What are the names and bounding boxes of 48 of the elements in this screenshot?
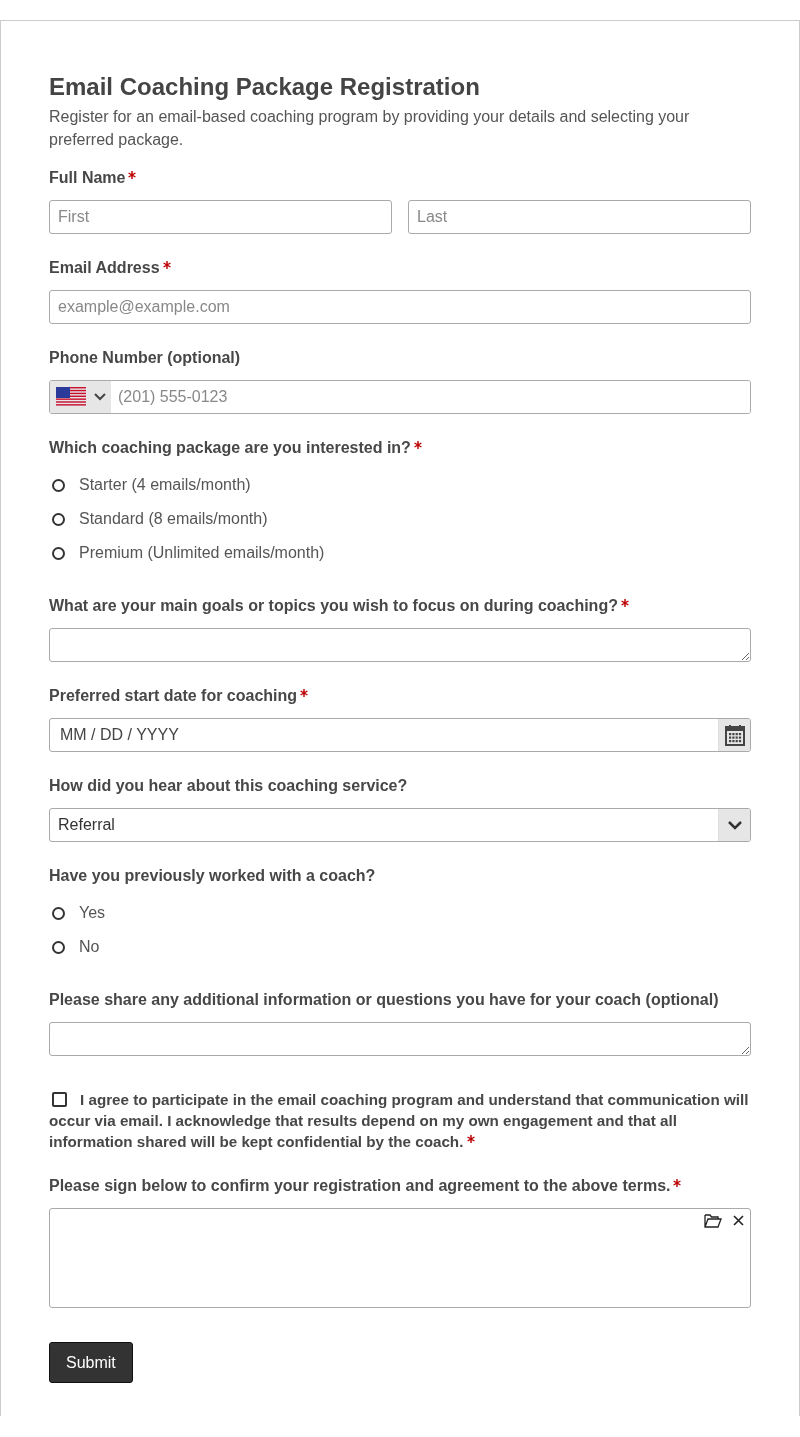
option-label: Yes [79, 904, 106, 922]
required-icon [620, 599, 629, 607]
calendar-icon [724, 724, 745, 746]
country-code-dropdown[interactable] [50, 381, 111, 413]
last-name-field[interactable]: Last [408, 200, 751, 234]
field-label: Have you previously worked with a coach? [49, 867, 376, 885]
flag-icon [56, 387, 86, 407]
required-icon [300, 689, 309, 697]
form-title: Email Coaching Package Registration [49, 73, 481, 101]
submit-button[interactable]: Submit [49, 1342, 133, 1383]
date-placeholder: MM / DD / YYYY [59, 726, 180, 744]
chevron-down-icon [94, 393, 106, 401]
option-label: Starter (4 emails/month) [79, 476, 251, 494]
date-field[interactable]: MM / DD / YYYY [49, 718, 751, 752]
field-label: What are your main goals or topics you wish to focus on during coaching? [49, 597, 618, 615]
calendar-button[interactable] [718, 719, 750, 751]
phone-field[interactable]: (201) 555-0123 [49, 380, 751, 414]
option-label: Standard (8 emails/month) [79, 510, 268, 528]
radio-button[interactable] [52, 478, 65, 492]
agree-checkbox[interactable]: I agree to participate in the email coaching program and understand that communication will occur via email. I acknowledge that results depend on my own engagement and that all information shared will be kept confidential by the coach. [49, 1081, 751, 1152]
field-label: Full Name [49, 169, 126, 187]
option-label: No [79, 938, 100, 956]
radio-button[interactable] [52, 906, 65, 920]
field-label: Phone Number (optional) [49, 349, 241, 367]
required-icon [673, 1179, 682, 1187]
field-label: Preferred start date for coaching [49, 687, 298, 705]
required-icon [162, 261, 171, 269]
radio-button[interactable] [52, 546, 65, 560]
field-label: Please sign below to confirm your registration and agreement to the above terms. [49, 1177, 671, 1195]
option-label: Premium (Unlimited emails/month) [79, 544, 325, 562]
radio-button[interactable] [52, 512, 65, 526]
required-icon [128, 171, 137, 179]
form-description: Register for an email-based coaching program by providing your details and selecting your preferred package. [49, 107, 691, 150]
checkbox-icon [52, 1092, 67, 1107]
first-name-field[interactable]: First [49, 200, 392, 234]
source-dropdown[interactable]: Referral [49, 808, 751, 842]
close-icon[interactable] [733, 1215, 744, 1226]
dropdown-value: Referral [57, 816, 116, 834]
radio-button[interactable] [52, 940, 65, 954]
email-field[interactable]: example@example.com [49, 290, 751, 324]
field-label: Which coaching package are you interested in? [49, 439, 411, 457]
field-label: How did you hear about this coaching service? [49, 777, 408, 795]
folder-icon[interactable] [704, 1214, 722, 1228]
required-icon [413, 441, 422, 449]
required-icon [467, 1135, 476, 1143]
chevron-down-icon [726, 820, 743, 830]
field-label: Email Address [49, 259, 160, 277]
field-label: Please share any additional information or questions you have for your coach (optional) [49, 991, 719, 1009]
